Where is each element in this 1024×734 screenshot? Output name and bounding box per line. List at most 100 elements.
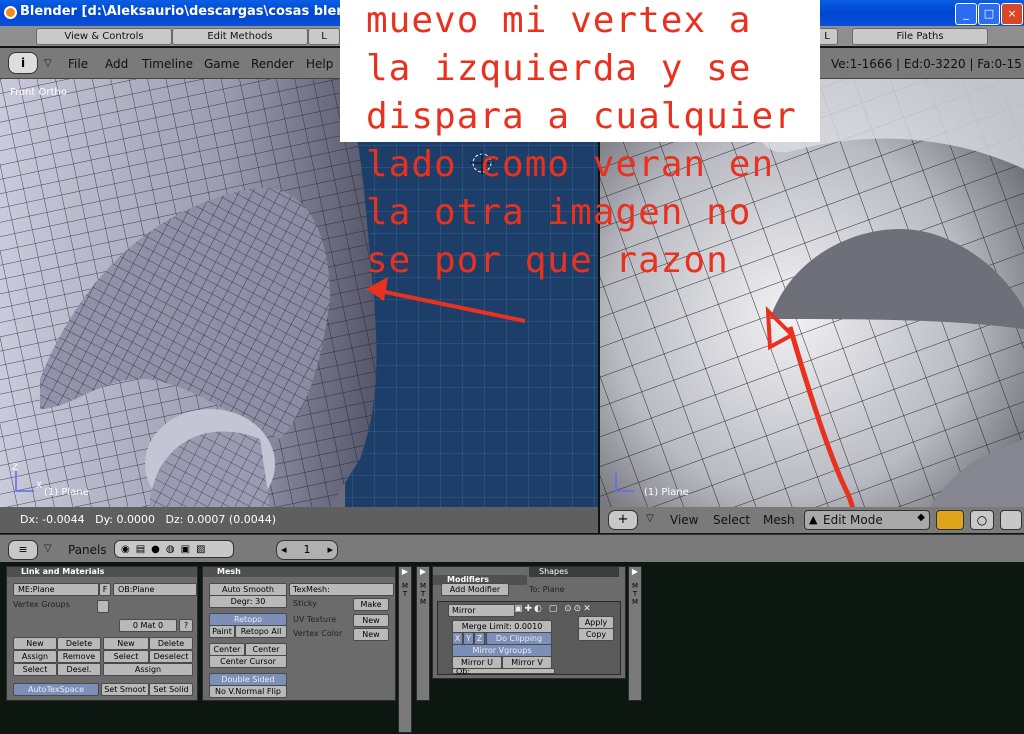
chevron-right-icon: ▶: [401, 567, 409, 576]
copy-button[interactable]: Copy: [578, 628, 614, 641]
menu-mesh[interactable]: Mesh: [763, 513, 795, 527]
maximize-button[interactable]: □: [978, 3, 1000, 25]
tab-view-controls[interactable]: View & Controls: [36, 28, 172, 45]
material-deselect-button[interactable]: Deselect: [149, 650, 193, 663]
tab-file-paths[interactable]: File Paths: [852, 28, 988, 45]
vertex-color-new-button[interactable]: New: [353, 628, 389, 641]
side-tab-label: M: [419, 598, 427, 606]
menu-timeline[interactable]: Timeline: [142, 57, 193, 71]
material-index-field[interactable]: 0 Mat 0: [119, 619, 177, 632]
tab-shapes[interactable]: Shapes: [529, 567, 619, 577]
chevron-down-icon[interactable]: ▽: [44, 58, 52, 69]
tab-edit-methods[interactable]: Edit Methods: [172, 28, 308, 45]
frame-value: 1: [303, 543, 311, 556]
material-assign-button[interactable]: Assign: [103, 663, 193, 676]
vertex-groups-label: Vertex Groups: [13, 600, 70, 609]
draw-type-button[interactable]: [936, 510, 964, 530]
panel-link-materials: Link and Materials ME:Plane F OB:Plane V…: [6, 566, 198, 701]
menu-view[interactable]: View: [670, 513, 698, 527]
chevron-down-icon[interactable]: ▽: [44, 543, 52, 554]
object-label: (1) Plane: [44, 487, 89, 498]
frame-field[interactable]: ◂ 1 ▸: [276, 540, 338, 560]
material-new-button[interactable]: New: [103, 637, 149, 650]
object-name-field[interactable]: OB:Plane: [113, 583, 197, 596]
retopo-paint-button[interactable]: Paint: [209, 625, 235, 638]
set-smooth-button[interactable]: Set Smoot: [101, 683, 149, 696]
uv-texture-new-button[interactable]: New: [353, 614, 389, 627]
annotation-line: la izquierda y se: [366, 48, 752, 89]
close-button[interactable]: ×: [1001, 3, 1023, 25]
annotation-line: se por que razon: [366, 240, 729, 281]
tab-language[interactable]: L: [308, 28, 340, 45]
uv-texture-label: UV Texture: [293, 615, 337, 624]
set-solid-button[interactable]: Set Solid: [149, 683, 193, 696]
axis-z-label: Z: [12, 463, 19, 473]
modifier-toggle-icons[interactable]: ▣✚◐ ▢ ⊙⊙✕: [514, 604, 593, 614]
vertex-groups-menu[interactable]: [97, 600, 109, 613]
texmesh-field[interactable]: TexMesh:: [289, 583, 394, 596]
vgroup-delete-button[interactable]: Delete: [57, 637, 101, 650]
buttons-window-icon[interactable]: ≡: [8, 540, 38, 560]
mirror-object-field[interactable]: Ob:: [452, 668, 555, 676]
side-tab-label: T: [420, 590, 426, 598]
menu-select[interactable]: Select: [713, 513, 750, 527]
center-cursor-button[interactable]: Center Cursor: [209, 655, 287, 668]
fake-user-button[interactable]: F: [99, 583, 111, 596]
axis-x-label: X: [36, 481, 43, 491]
modifier-target-label: To: Plane: [529, 585, 565, 594]
retopo-all-button[interactable]: Retopo All: [235, 625, 287, 638]
vgroup-select-button[interactable]: Select: [13, 663, 57, 676]
view-label: Front Ortho: [10, 87, 67, 98]
vgroup-new-button[interactable]: New: [13, 637, 57, 650]
side-tab-strip-2[interactable]: ▶ M T M: [416, 566, 430, 701]
mesh-name-field[interactable]: ME:Plane: [13, 583, 99, 596]
panel-title: Link and Materials: [7, 567, 197, 577]
sticky-make-button[interactable]: Make: [353, 598, 389, 611]
manipulator-button[interactable]: [1000, 510, 1022, 530]
material-select-button[interactable]: Select: [103, 650, 149, 663]
side-tab-label: M: [419, 582, 427, 590]
panel-modifiers: Modifiers Shapes Add Modifier To: Plane …: [432, 566, 626, 679]
autotexspace-toggle[interactable]: AutoTexSpace: [13, 683, 99, 696]
vgroup-deselect-button[interactable]: Desel.: [57, 663, 101, 676]
chevron-down-icon[interactable]: ▽: [646, 513, 654, 524]
mirror-modifier-box: Mirror ▣✚◐ ▢ ⊙⊙✕ Merge Limit: 0.0010 X Y…: [437, 601, 621, 676]
side-tab-label: M: [631, 598, 639, 606]
chevron-right-icon: ▶: [419, 567, 427, 576]
menu-add[interactable]: Add: [105, 57, 128, 71]
frame-right-icon: ▸: [327, 543, 333, 556]
degr-field[interactable]: Degr: 30: [209, 595, 287, 608]
vgroup-assign-button[interactable]: Assign: [13, 650, 57, 663]
transform-status-bar: Dx: -0.0044 Dy: 0.0000 Dz: 0.0007 (0.004…: [0, 507, 598, 533]
pivot-button[interactable]: ○: [970, 510, 994, 530]
annotation-line: lado como veran en: [366, 144, 775, 185]
no-vnormal-flip-toggle[interactable]: No V.Normal Flip: [209, 685, 287, 698]
side-tab-strip-1[interactable]: ▶ M T: [398, 566, 412, 733]
vertex-color-label: Vertex Color: [293, 629, 343, 638]
viewport-type-icon[interactable]: +: [608, 510, 638, 530]
menu-help[interactable]: Help: [306, 57, 333, 71]
side-tab-label: M: [401, 582, 409, 590]
side-tab-strip-3[interactable]: ▶ M T M: [628, 566, 642, 701]
context-buttons[interactable]: ◉▤●◍▣▨: [114, 540, 234, 558]
annotation-line: dispara a cualquier: [366, 96, 797, 137]
edit-mode-icon: ▲: [809, 513, 818, 526]
blender-logo-icon: [4, 6, 17, 19]
menu-file[interactable]: File: [68, 57, 88, 71]
menu-game[interactable]: Game: [204, 57, 240, 71]
material-delete-button[interactable]: Delete: [149, 637, 193, 650]
minimize-button[interactable]: _: [955, 3, 977, 25]
info-icon[interactable]: i: [8, 52, 38, 74]
material-help-button[interactable]: ?: [179, 619, 193, 632]
sticky-label: Sticky: [293, 599, 317, 608]
add-modifier-menu[interactable]: Add Modifier: [441, 583, 509, 596]
chevron-right-icon: ▶: [631, 567, 639, 576]
vgroup-remove-button[interactable]: Remove: [57, 650, 101, 663]
mirror-name-field[interactable]: Mirror: [448, 604, 515, 617]
side-tab-label: T: [402, 590, 408, 598]
mode-select[interactable]: ▲ Edit Mode ◆: [804, 510, 930, 530]
object-label-right: (1) Plane: [644, 487, 689, 498]
panels-label: Panels: [68, 543, 107, 557]
chevron-updown-icon: ◆: [917, 512, 925, 523]
menu-render[interactable]: Render: [251, 57, 294, 71]
